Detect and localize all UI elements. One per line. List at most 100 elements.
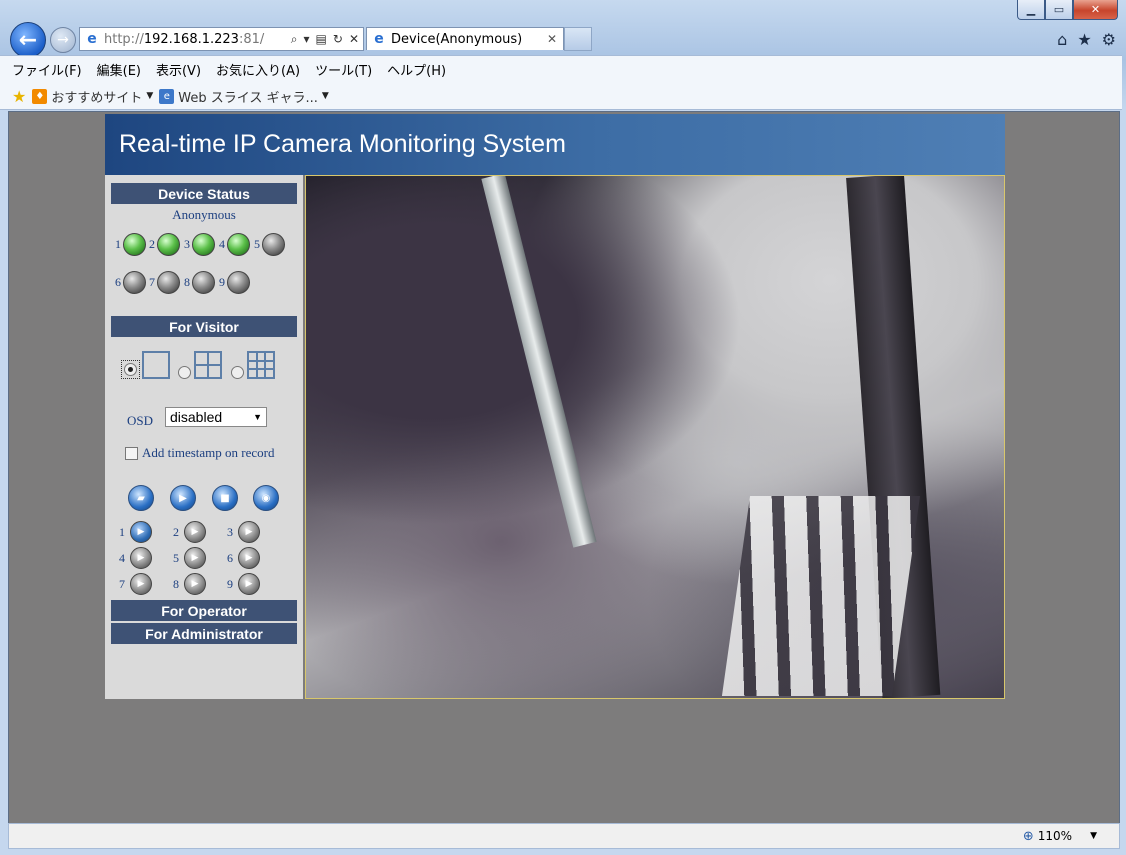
suggested-sites-label: おすすめサイト xyxy=(51,90,143,106)
close-button[interactable]: ✕ xyxy=(1073,0,1118,20)
compat-view-icon[interactable]: ▤ xyxy=(316,32,327,47)
record-channel-6[interactable]: 6 ▶ xyxy=(227,547,260,569)
led-on-icon xyxy=(157,233,180,256)
menu-tools[interactable]: ツール(T) xyxy=(307,60,379,79)
layout-quad-option[interactable] xyxy=(178,351,222,379)
address-url[interactable]: http://192.168.1.223:81/ xyxy=(104,32,291,47)
ie-tab-icon: e xyxy=(374,31,384,47)
navigation-bar: ← → e http://192.168.1.223:81/ ⌕ ▾ ▤ ↻ ✕… xyxy=(0,22,1126,58)
camera-record-icon: ▶ xyxy=(130,521,152,543)
status-led-4: 4 xyxy=(219,233,250,256)
menu-view[interactable]: 表示(V) xyxy=(148,60,208,79)
record-channel-1[interactable]: 1 ▶ xyxy=(119,521,152,543)
zoom-control[interactable]: ⊕ 110% ▼ xyxy=(1023,829,1097,844)
minimize-button[interactable]: ▁ xyxy=(1017,0,1045,20)
status-led-1: 1 xyxy=(115,233,146,256)
web-slice-icon: e xyxy=(159,88,175,104)
record-channel-9[interactable]: 9 ▶ xyxy=(227,573,260,595)
chevron-down-icon: ▼ xyxy=(321,91,329,101)
dropdown-icon[interactable]: ▾ xyxy=(304,32,310,47)
maximize-button[interactable]: ▭ xyxy=(1045,0,1073,20)
record-channel-7[interactable]: 7 ▶ xyxy=(119,573,152,595)
status-led-5: 5 xyxy=(254,233,285,256)
favorites-star-icon[interactable]: ★ xyxy=(1077,30,1091,49)
address-bar[interactable]: e http://192.168.1.223:81/ ⌕ ▾ ▤ ↻ ✕ xyxy=(79,27,364,51)
record-channel-2[interactable]: 2 ▶ xyxy=(173,521,206,543)
layout-nine-option[interactable] xyxy=(231,351,275,379)
led-on-icon xyxy=(192,233,215,256)
osd-value: disabled xyxy=(170,409,223,425)
record-channel-8[interactable]: 8 ▶ xyxy=(173,573,206,595)
camera-record-icon: ▶ xyxy=(184,521,206,543)
sidebar: Device Status Anonymous 1 2 3 4 5 6 7 8 … xyxy=(105,175,303,699)
tab-device[interactable]: e Device(Anonymous) ✕ xyxy=(366,27,564,50)
camera-record-icon: ▶ xyxy=(238,547,260,569)
led-off-icon xyxy=(192,271,215,294)
search-icon[interactable]: ⌕ xyxy=(291,32,298,47)
record-channel-4[interactable]: 4 ▶ xyxy=(119,547,152,569)
camera-video-feed[interactable] xyxy=(305,175,1005,699)
single-view-icon[interactable] xyxy=(142,351,170,379)
timestamp-option[interactable]: Add timestamp on record xyxy=(125,445,275,461)
camera-record-icon: ▶ xyxy=(238,573,260,595)
timestamp-label: Add timestamp on record xyxy=(142,445,275,460)
browser-window: ▁ ▭ ✕ ← → e http://192.168.1.223:81/ ⌕ ▾… xyxy=(0,0,1126,855)
favorites-bar: ★ ♦ おすすめサイト ▼ e Web スライス ギャラ... ▼ xyxy=(0,83,1122,110)
web-slice-link[interactable]: e Web スライス ギャラ... ▼ xyxy=(159,87,329,106)
chevron-down-icon: ▼ xyxy=(146,91,154,101)
status-led-6: 6 xyxy=(115,271,146,294)
video-scene-fence xyxy=(721,496,921,696)
page-viewport: Real-time IP Camera Monitoring System De… xyxy=(8,111,1120,824)
chevron-down-icon[interactable]: ▼ xyxy=(1090,831,1097,841)
tab-close-icon[interactable]: ✕ xyxy=(547,32,557,46)
app-header: Real-time IP Camera Monitoring System xyxy=(105,114,1005,175)
forward-button[interactable]: → xyxy=(50,27,76,53)
new-tab-button[interactable] xyxy=(564,27,592,51)
led-off-icon xyxy=(262,233,285,256)
admin-header[interactable]: For Administrator xyxy=(111,623,297,644)
folder-button[interactable]: ▰ xyxy=(128,485,154,511)
timestamp-checkbox[interactable] xyxy=(125,446,138,460)
led-off-icon xyxy=(123,271,146,294)
operator-header[interactable]: For Operator xyxy=(111,600,297,621)
layout-single-option[interactable] xyxy=(121,351,170,379)
menu-file[interactable]: ファイル(F) xyxy=(4,60,89,79)
video-scene-pole xyxy=(481,176,597,548)
osd-label: OSD xyxy=(127,413,154,428)
osd-select[interactable]: disabled ▼ xyxy=(165,407,267,427)
menu-edit[interactable]: 編集(E) xyxy=(89,60,148,79)
nine-view-icon[interactable] xyxy=(247,351,275,379)
status-led-2: 2 xyxy=(149,233,180,256)
status-bar: ⊕ 110% ▼ xyxy=(8,823,1120,849)
menu-favorites[interactable]: お気に入り(A) xyxy=(208,60,307,79)
radio-button[interactable] xyxy=(178,366,191,379)
play-button[interactable]: ▶ xyxy=(170,485,196,511)
home-icon[interactable]: ⌂ xyxy=(1057,30,1067,49)
snapshot-button[interactable]: ◉ xyxy=(253,485,279,511)
camera-record-icon: ▶ xyxy=(184,547,206,569)
stop-button[interactable]: ■ xyxy=(212,485,238,511)
menu-help[interactable]: ヘルプ(H) xyxy=(379,60,453,79)
suggested-sites-link[interactable]: ♦ おすすめサイト ▼ xyxy=(32,87,153,106)
camera-record-icon: ▶ xyxy=(130,547,152,569)
record-channel-5[interactable]: 5 ▶ xyxy=(173,547,206,569)
camera-record-icon: ▶ xyxy=(130,573,152,595)
camera-app: Real-time IP Camera Monitoring System De… xyxy=(105,114,1005,699)
quad-view-icon[interactable] xyxy=(194,351,222,379)
led-off-icon xyxy=(227,271,250,294)
add-favorite-icon[interactable]: ★ xyxy=(12,87,26,106)
refresh-icon[interactable]: ↻ xyxy=(333,32,343,47)
visitor-header: For Visitor xyxy=(111,316,297,337)
record-channel-3[interactable]: 3 ▶ xyxy=(227,521,260,543)
gear-icon[interactable]: ⚙ xyxy=(1102,30,1116,49)
window-controls: ▁ ▭ ✕ xyxy=(1017,0,1118,20)
led-off-icon xyxy=(157,271,180,294)
back-button[interactable]: ← xyxy=(10,22,46,58)
radio-button[interactable] xyxy=(231,366,244,379)
radio-button[interactable] xyxy=(124,363,137,376)
suggested-sites-icon: ♦ xyxy=(32,88,48,104)
status-led-7: 7 xyxy=(149,271,180,294)
stop-icon[interactable]: ✕ xyxy=(349,32,359,47)
zoom-icon: ⊕ xyxy=(1022,828,1034,844)
device-status-header: Device Status xyxy=(111,183,297,204)
